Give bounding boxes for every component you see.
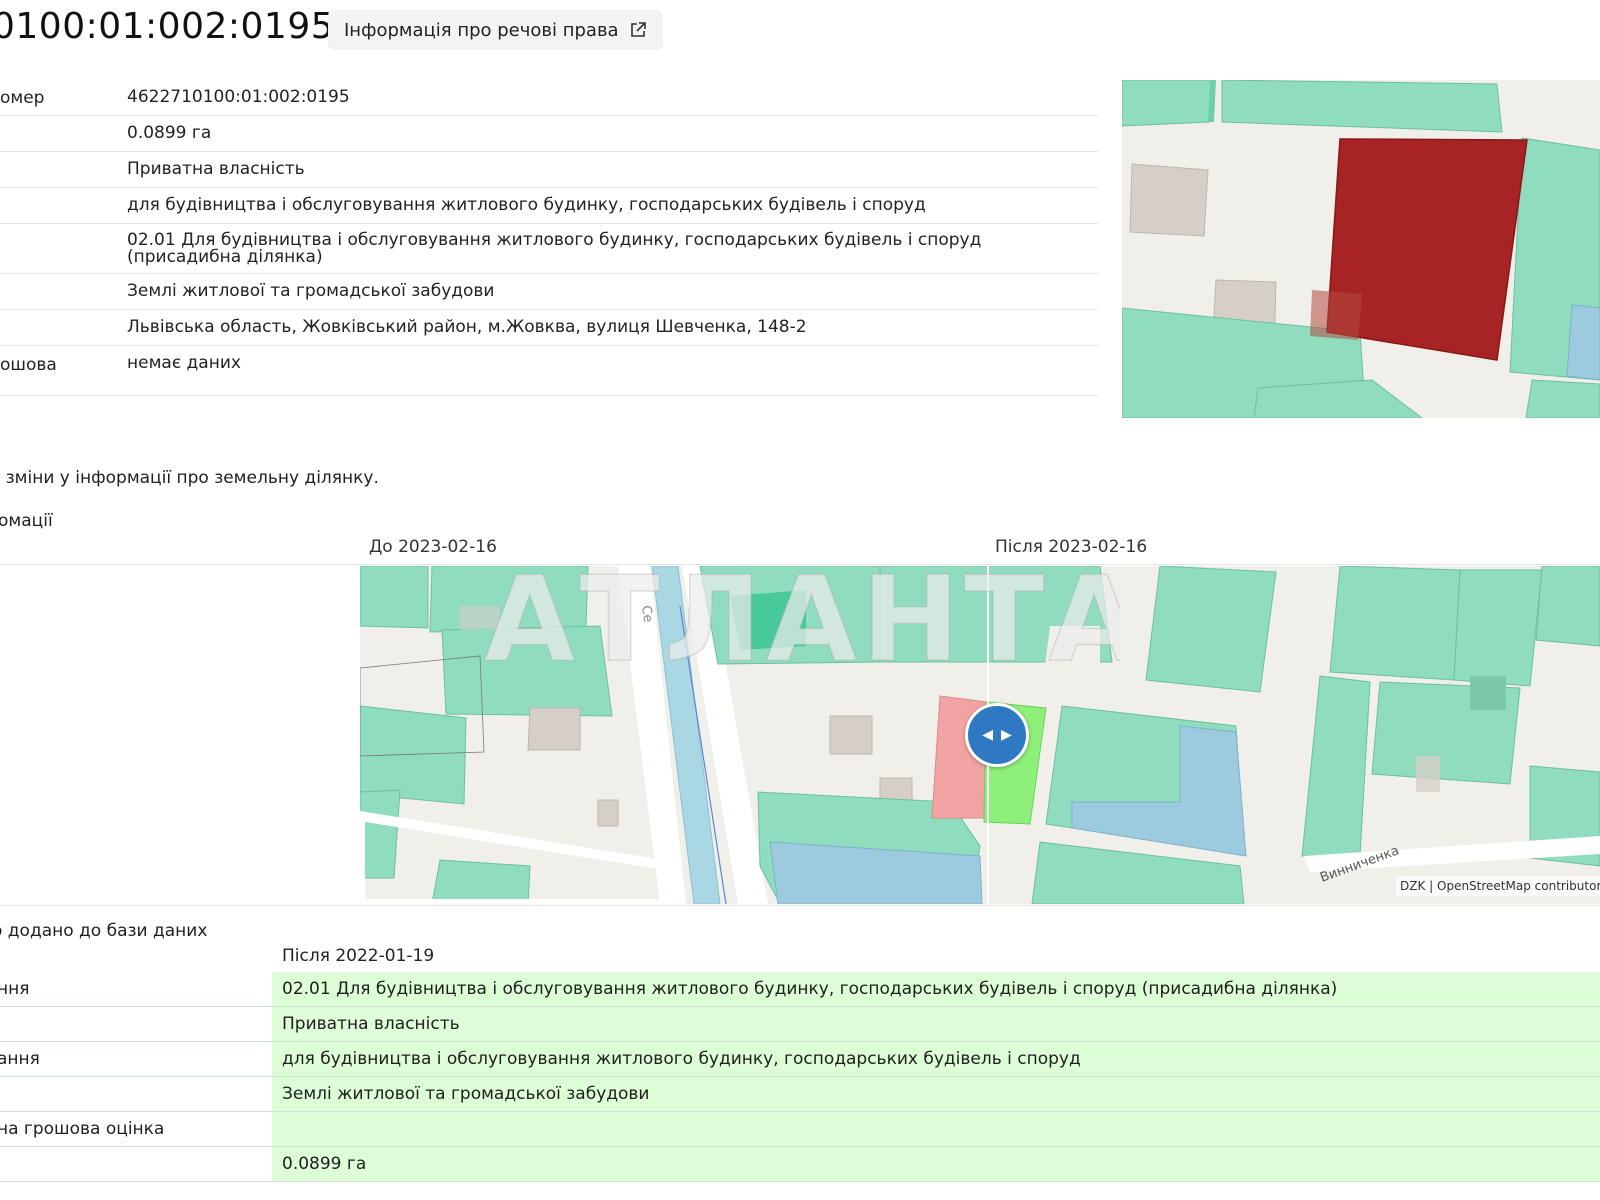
info-row-area: 0.0899 га bbox=[0, 116, 1098, 152]
external-link-icon bbox=[630, 22, 646, 37]
table-row: ання для будівництва і обслуговування жи… bbox=[0, 1042, 1600, 1077]
info-value: Приватна власність bbox=[127, 159, 305, 179]
table-row: Приватна власність bbox=[0, 1007, 1600, 1042]
added-label bbox=[0, 1007, 272, 1041]
parcel-map[interactable] bbox=[1122, 80, 1600, 418]
info-subheading: омації bbox=[0, 511, 53, 531]
added-column-header: Після 2022-01-19 bbox=[282, 946, 435, 966]
added-value: Землі житлової та громадської забудови bbox=[272, 1077, 1600, 1111]
added-value: Приватна власність bbox=[272, 1007, 1600, 1041]
table-row: Землі житлової та громадської забудови bbox=[0, 1077, 1600, 1112]
arrow-left-icon: ◀ bbox=[982, 727, 993, 743]
added-value: для будівництва і обслуговування житлово… bbox=[272, 1042, 1600, 1076]
added-label bbox=[0, 1147, 272, 1181]
info-value: немає даних bbox=[127, 353, 241, 373]
info-label: ошова bbox=[0, 355, 57, 375]
parcel-map-canvas bbox=[1122, 80, 1600, 418]
info-row-ownership: Приватна власність bbox=[0, 152, 1098, 188]
info-value: 02.01 Для будівництва і обслуговування ж… bbox=[127, 229, 982, 267]
info-value: для будівництва і обслуговування житлово… bbox=[127, 195, 926, 215]
parcel-info-table: омер 4622710100:01:002:0195 0.0899 га Пр… bbox=[0, 80, 1098, 396]
info-value: 4622710100:01:002:0195 bbox=[127, 87, 350, 107]
rights-info-button[interactable]: Інформація про речові права bbox=[328, 10, 663, 50]
info-row-purpose: для будівництва і обслуговування житлово… bbox=[0, 188, 1098, 224]
added-value: 0.0899 га bbox=[272, 1147, 1600, 1181]
added-value: 02.01 Для будівництва і обслуговування ж… bbox=[272, 972, 1600, 1006]
compare-slider-handle[interactable]: ◀ ▶ bbox=[965, 703, 1029, 767]
added-label: на грошова оцінка bbox=[0, 1112, 272, 1146]
info-value: Землі житлової та громадської забудови bbox=[127, 281, 495, 301]
added-label bbox=[0, 1077, 272, 1111]
arrow-right-icon: ▶ bbox=[1001, 727, 1012, 743]
info-row-purpose-code: 02.01 Для будівництва і обслуговування ж… bbox=[0, 224, 1098, 274]
divider bbox=[0, 905, 1600, 906]
table-row: 0.0899 га bbox=[0, 1147, 1600, 1182]
parcel-number-title: 0100:01:002:0195 bbox=[0, 6, 335, 47]
history-heading: я зміни у інформації про земельну ділянк… bbox=[0, 468, 379, 488]
info-value: 0.0899 га bbox=[127, 123, 212, 143]
map-attribution[interactable]: DZK | OpenStreetMap contributors bbox=[1396, 876, 1600, 896]
info-row-valuation: ошова немає даних bbox=[0, 346, 1098, 396]
atlanta-watermark: АТЛАНТА bbox=[480, 548, 1140, 689]
info-row-cadastral: омер 4622710100:01:002:0195 bbox=[0, 80, 1098, 116]
table-row: ння 02.01 Для будівництва і обслуговуван… bbox=[0, 972, 1600, 1007]
info-value: Львівська область, Жовківський район, м.… bbox=[127, 317, 807, 337]
rights-button-label: Інформація про речові права bbox=[344, 19, 619, 41]
added-label: ання bbox=[0, 1042, 272, 1076]
added-heading: о додано до бази даних bbox=[0, 921, 208, 941]
info-row-address: Львівська область, Жовківський район, м.… bbox=[0, 310, 1098, 346]
info-label: омер bbox=[0, 87, 45, 108]
table-row: на грошова оцінка bbox=[0, 1112, 1600, 1147]
compare-label-before: До 2023-02-16 bbox=[369, 537, 497, 557]
svg-text:АТЛАНТА: АТЛАНТА bbox=[484, 550, 1120, 678]
added-table: ння 02.01 Для будівництва і обслуговуван… bbox=[0, 972, 1600, 1182]
added-value bbox=[272, 1112, 1600, 1146]
info-row-land-category: Землі житлової та громадської забудови bbox=[0, 274, 1098, 310]
added-label: ння bbox=[0, 972, 272, 1006]
